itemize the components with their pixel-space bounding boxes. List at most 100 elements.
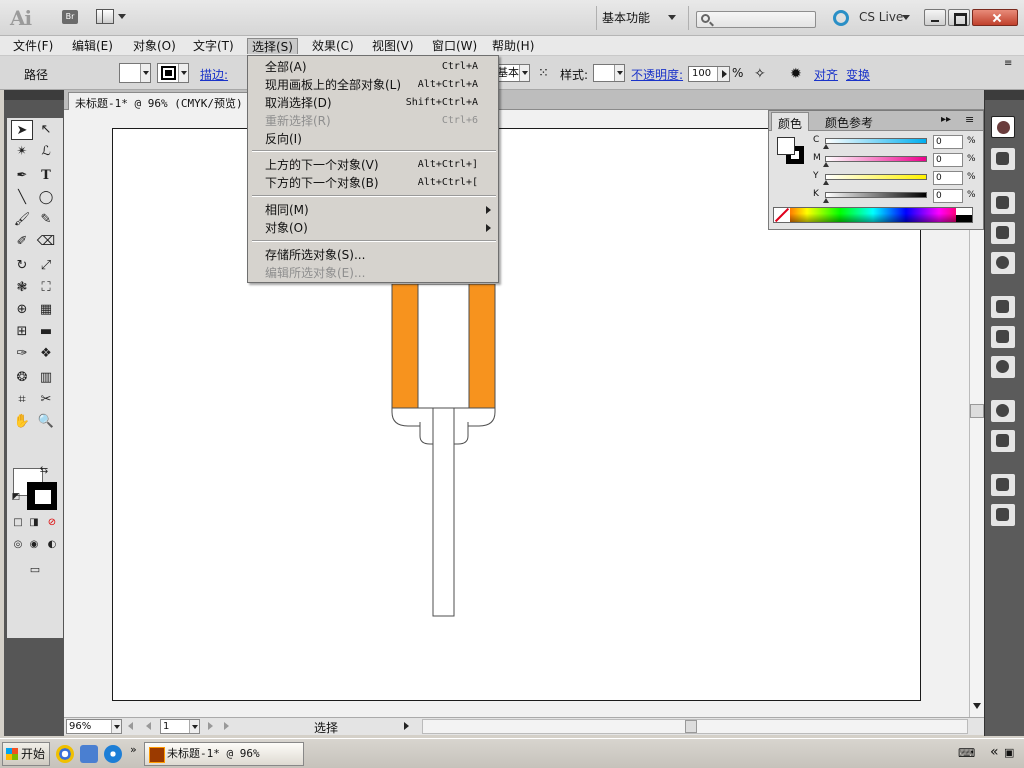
close-button[interactable] xyxy=(972,9,1018,26)
rotate-tool-icon[interactable]: ↻ xyxy=(11,256,33,276)
cyan-slider[interactable] xyxy=(825,138,927,144)
fill-swatch[interactable] xyxy=(119,63,151,83)
orange-bar-left[interactable] xyxy=(391,284,419,409)
menu-item-next-above[interactable]: 上方的下一个对象(V) Alt+Ctrl+] xyxy=(248,156,498,174)
menu-item-next-below[interactable]: 下方的下一个对象(B) Alt+Ctrl+[ xyxy=(248,174,498,192)
screen-mode-icon[interactable]: ▭ xyxy=(23,562,47,578)
pencil-tool-icon[interactable]: ✎ xyxy=(35,210,57,230)
keyboard-icon[interactable]: ⌨ xyxy=(958,746,975,760)
swap-fill-stroke-icon[interactable]: ⇆ xyxy=(37,464,51,478)
appearance-icon[interactable] xyxy=(991,400,1015,422)
bridge-button[interactable]: Br xyxy=(62,10,78,24)
menu-select[interactable]: 选择(S) xyxy=(247,38,298,54)
artboard-number-field[interactable]: 1 xyxy=(160,719,200,734)
graphic-styles-icon[interactable] xyxy=(991,430,1015,452)
shape-builder-tool-icon[interactable]: ⊕ xyxy=(11,300,33,320)
menu-item-object[interactable]: 对象(O) xyxy=(248,219,498,237)
cslive-icon[interactable] xyxy=(833,10,849,26)
panel-menu-icon[interactable]: ≡ xyxy=(965,113,974,126)
orange-bar-right[interactable] xyxy=(468,284,496,409)
recolor-wand-icon[interactable]: ✧ xyxy=(754,66,766,82)
workspace-switcher[interactable]: 基本功能 xyxy=(602,9,682,27)
slice-tool-icon[interactable]: ✂ xyxy=(35,390,57,410)
draw-behind-icon[interactable]: ◉ xyxy=(27,538,41,552)
yellow-value-input[interactable]: 0 xyxy=(933,171,963,185)
grid-dots-icon[interactable]: ⁙ xyxy=(538,66,549,81)
magenta-slider[interactable] xyxy=(825,156,927,162)
blend-tool-icon[interactable]: ❖ xyxy=(35,344,57,364)
slider-handle-icon[interactable] xyxy=(823,198,829,203)
status-menu-icon[interactable] xyxy=(404,722,409,730)
eraser-tool-icon[interactable]: ⌫ xyxy=(35,232,57,252)
tab-color-guide[interactable]: 颜色参考 xyxy=(819,112,879,131)
free-transform-tool-icon[interactable]: ⛶ xyxy=(35,278,57,298)
black-white-swatch[interactable] xyxy=(956,208,972,222)
cyan-value-input[interactable]: 0 xyxy=(933,135,963,149)
menu-file[interactable]: 文件(F) xyxy=(9,38,57,54)
brushes-icon[interactable] xyxy=(991,222,1015,244)
menu-help[interactable]: 帮助(H) xyxy=(488,38,538,54)
artwork[interactable] xyxy=(390,284,500,618)
line-tool-icon[interactable]: ╲ xyxy=(11,188,33,208)
artboards-icon[interactable] xyxy=(991,504,1015,526)
hand-tool-icon[interactable]: ✋ xyxy=(11,412,33,432)
menu-view[interactable]: 视图(V) xyxy=(368,38,418,54)
blob-brush-tool-icon[interactable]: ✐ xyxy=(11,232,33,252)
transparency-icon[interactable] xyxy=(991,356,1015,378)
align-link[interactable]: 对齐 xyxy=(814,66,838,83)
scroll-down-icon[interactable] xyxy=(973,703,981,709)
menu-effect[interactable]: 效果(C) xyxy=(308,38,358,54)
search-input[interactable] xyxy=(696,11,816,28)
slider-handle-icon[interactable] xyxy=(823,180,829,185)
brush-definition-dropdown[interactable]: 基本 xyxy=(494,64,530,82)
pen-tool-icon[interactable]: ✒ xyxy=(11,166,33,186)
stroke-panel-icon[interactable] xyxy=(991,296,1015,318)
symbol-sprayer-tool-icon[interactable]: ❂ xyxy=(11,368,33,388)
mesh-tool-icon[interactable]: ⊞ xyxy=(11,322,33,342)
color-mode-icon[interactable]: □ xyxy=(11,516,25,530)
chrome-icon[interactable] xyxy=(56,745,74,763)
scale-tool-icon[interactable]: ⤢ xyxy=(35,256,57,276)
perspective-grid-tool-icon[interactable]: ▦ xyxy=(35,300,57,320)
direct-selection-tool-icon[interactable]: ↖ xyxy=(35,120,57,140)
panel-menu-icon[interactable]: ≡ xyxy=(1004,58,1012,69)
transform-link[interactable]: 变换 xyxy=(846,66,870,83)
dock-header[interactable] xyxy=(985,90,1024,100)
tray-expand-icon[interactable]: « xyxy=(990,744,999,760)
symbols-icon[interactable] xyxy=(991,252,1015,274)
opacity-link[interactable]: 不透明度: xyxy=(631,66,683,83)
desktop-icon[interactable] xyxy=(80,745,98,763)
tools-panel-header[interactable] xyxy=(4,90,64,100)
yellow-slider[interactable] xyxy=(825,174,927,180)
stroke-color-swatch[interactable] xyxy=(27,482,57,510)
menu-type[interactable]: 文字(T) xyxy=(189,38,238,54)
cslive-button[interactable]: CS Live xyxy=(859,10,903,24)
none-mode-icon[interactable]: ⊘ xyxy=(45,516,59,530)
zoom-tool-icon[interactable]: 🔍 xyxy=(35,412,57,432)
minimize-button[interactable] xyxy=(924,9,946,26)
paintbrush-tool-icon[interactable]: 🖌 xyxy=(11,210,33,230)
magenta-value-input[interactable]: 0 xyxy=(933,153,963,167)
none-color-icon[interactable] xyxy=(774,208,790,222)
white-center-bar[interactable] xyxy=(417,284,470,409)
menu-window[interactable]: 窗口(W) xyxy=(428,38,481,54)
menu-item-select-all[interactable]: 全部(A) Ctrl+A xyxy=(248,58,498,76)
type-tool-icon[interactable]: T xyxy=(35,166,57,186)
magic-wand-tool-icon[interactable]: ✴ xyxy=(11,142,33,162)
last-artboard-icon[interactable] xyxy=(224,722,229,730)
lasso-tool-icon[interactable]: ℒ xyxy=(35,142,57,162)
first-artboard-icon[interactable] xyxy=(128,722,133,730)
layers-icon[interactable] xyxy=(991,474,1015,496)
menu-item-inverse[interactable]: 反向(I) xyxy=(248,130,498,148)
fill-color-swatch[interactable] xyxy=(777,137,795,155)
chevron-down-icon[interactable] xyxy=(902,15,910,20)
zoom-dropdown[interactable]: 96% xyxy=(66,719,122,734)
black-value-input[interactable]: 0 xyxy=(933,189,963,203)
ie-icon[interactable] xyxy=(104,745,122,763)
scroll-thumb[interactable] xyxy=(685,720,697,733)
ellipse-tool-icon[interactable]: ◯ xyxy=(35,188,57,208)
menu-object[interactable]: 对象(O) xyxy=(129,38,180,54)
color-panel-icon[interactable] xyxy=(991,116,1015,138)
menu-item-save-selection[interactable]: 存储所选对象(S)... xyxy=(248,246,498,264)
menu-edit[interactable]: 编辑(E) xyxy=(68,38,117,54)
